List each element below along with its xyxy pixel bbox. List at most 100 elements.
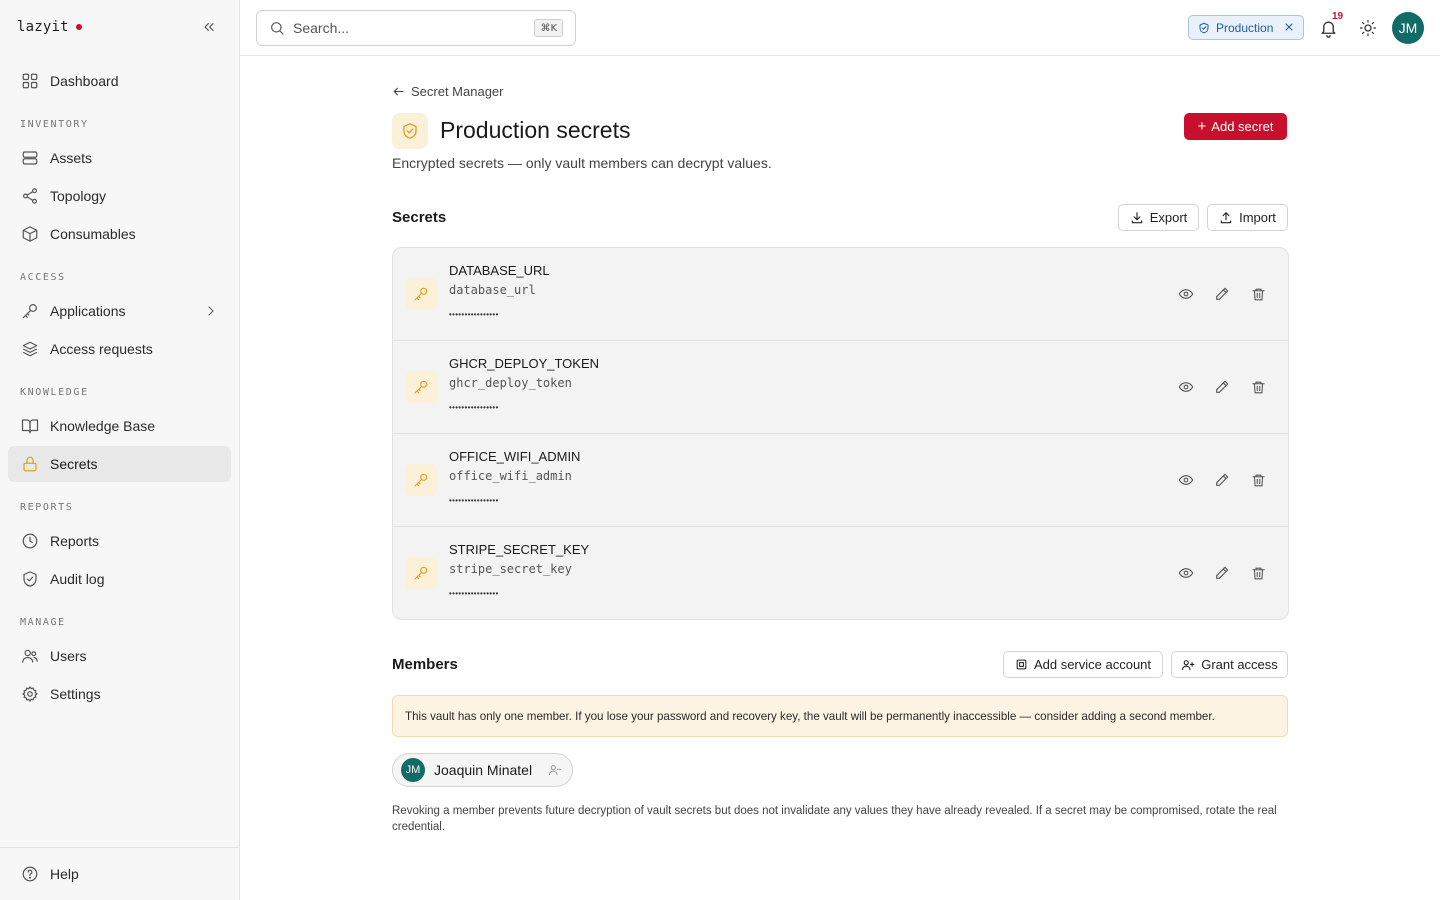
secret-key: database_url bbox=[449, 283, 536, 297]
page-description: Encrypted secrets — only vault members c… bbox=[392, 155, 772, 171]
book-open-icon bbox=[20, 416, 40, 436]
sidebar-item-label: Topology bbox=[50, 188, 107, 204]
row-actions bbox=[1160, 377, 1268, 397]
environment-label: Production bbox=[1216, 20, 1274, 35]
single-member-warning: This vault has only one member. If you l… bbox=[392, 695, 1288, 737]
section-label-reports: REPORTS bbox=[20, 502, 74, 513]
sidebar-item-reports[interactable]: Reports bbox=[8, 523, 231, 559]
inbox-stack-icon bbox=[20, 339, 40, 359]
key-icon bbox=[405, 557, 437, 589]
clock-icon bbox=[20, 531, 40, 551]
export-button[interactable]: Export bbox=[1118, 204, 1199, 231]
environment-chip[interactable]: Production bbox=[1188, 15, 1304, 40]
search-box[interactable]: ⌘K bbox=[256, 10, 576, 46]
sidebar-item-help[interactable]: Help bbox=[8, 856, 232, 892]
pencil-icon[interactable] bbox=[1212, 470, 1232, 490]
sidebar-item-audit-log[interactable]: Audit log bbox=[8, 561, 231, 597]
cpu-icon bbox=[1015, 658, 1028, 671]
revocation-footnote: Revoking a member prevents future decryp… bbox=[392, 805, 1277, 833]
user-avatar[interactable]: JM bbox=[1392, 12, 1424, 44]
eye-icon[interactable] bbox=[1176, 377, 1196, 397]
sidebar-item-dashboard[interactable]: Dashboard bbox=[8, 63, 231, 99]
eye-icon[interactable] bbox=[1176, 470, 1196, 490]
sidebar-item-label: Reports bbox=[50, 533, 100, 549]
breadcrumb[interactable]: Secret Manager bbox=[392, 82, 504, 100]
sidebar-item-users[interactable]: Users bbox=[8, 638, 231, 674]
sidebar-item-label: Assets bbox=[50, 150, 93, 166]
sidebar-item-consumables[interactable]: Consumables bbox=[8, 216, 231, 252]
secret-name: OFFICE_WIFI_ADMIN bbox=[449, 449, 581, 464]
sidebar-item-label: Access requests bbox=[50, 341, 153, 357]
eye-icon[interactable] bbox=[1176, 563, 1196, 583]
secret-masked-value: •••••••••••••••• bbox=[449, 310, 499, 319]
notification-count-badge: 19 bbox=[1332, 11, 1344, 22]
sidebar-item-label: Knowledge Base bbox=[50, 418, 156, 434]
avatar: JM bbox=[401, 758, 425, 782]
brand-name: lazyit bbox=[17, 19, 69, 35]
arrow-left-icon bbox=[392, 85, 405, 98]
list-item[interactable]: DATABASE_URL database_url ••••••••••••••… bbox=[393, 248, 1288, 341]
user-plus-icon bbox=[1181, 658, 1195, 672]
trash-icon[interactable] bbox=[1248, 377, 1268, 397]
list-item[interactable]: GHCR_DEPLOY_TOKEN ghcr_deploy_token ••••… bbox=[393, 341, 1288, 434]
box-icon bbox=[20, 224, 40, 244]
import-button[interactable]: Import bbox=[1207, 204, 1288, 231]
sidebar-item-topology[interactable]: Topology bbox=[8, 178, 231, 214]
collapse-sidebar-button[interactable] bbox=[199, 17, 219, 37]
topbar: ⌘K Production 19 JM bbox=[240, 0, 1440, 56]
sidebar: lazyit Dashboard INVENTORY Assets Topolo… bbox=[0, 0, 240, 900]
chevron-right-icon bbox=[203, 303, 219, 319]
add-secret-button[interactable]: + Add secret bbox=[1184, 113, 1287, 140]
sidebar-item-applications[interactable]: Applications bbox=[8, 293, 231, 329]
list-item[interactable]: OFFICE_WIFI_ADMIN office_wifi_admin ••••… bbox=[393, 434, 1288, 527]
grant-access-button[interactable]: Grant access bbox=[1171, 651, 1288, 678]
member-name: Joaquin Minatel bbox=[434, 762, 533, 778]
upload-icon bbox=[1219, 211, 1233, 225]
list-item[interactable]: STRIPE_SECRET_KEY stripe_secret_key ••••… bbox=[393, 527, 1288, 619]
secret-name: STRIPE_SECRET_KEY bbox=[449, 542, 590, 557]
sidebar-nav: Dashboard INVENTORY Assets Topology Cons… bbox=[8, 63, 231, 714]
close-icon[interactable] bbox=[1283, 21, 1295, 33]
secret-name: GHCR_DEPLOY_TOKEN bbox=[449, 356, 600, 371]
secret-masked-value: •••••••••••••••• bbox=[449, 589, 499, 598]
row-actions bbox=[1160, 284, 1268, 304]
pencil-icon[interactable] bbox=[1212, 377, 1232, 397]
secrets-list: DATABASE_URL database_url ••••••••••••••… bbox=[392, 247, 1289, 620]
add-service-account-button[interactable]: Add service account bbox=[1003, 651, 1163, 678]
database-icon bbox=[20, 148, 40, 168]
pencil-icon[interactable] bbox=[1212, 284, 1232, 304]
section-label-knowledge: KNOWLEDGE bbox=[20, 387, 89, 398]
member-chip: JM Joaquin Minatel bbox=[392, 753, 573, 787]
sidebar-item-assets[interactable]: Assets bbox=[8, 140, 231, 176]
sidebar-item-label: Applications bbox=[50, 303, 126, 319]
trash-icon[interactable] bbox=[1248, 563, 1268, 583]
eye-icon[interactable] bbox=[1176, 284, 1196, 304]
key-icon bbox=[405, 371, 437, 403]
sidebar-item-access-requests[interactable]: Access requests bbox=[8, 331, 231, 367]
sidebar-item-label: Users bbox=[50, 648, 87, 664]
sidebar-item-label: Audit log bbox=[50, 571, 105, 587]
section-label-access: ACCESS bbox=[20, 272, 66, 283]
import-label: Import bbox=[1239, 210, 1276, 225]
brand-logo[interactable]: lazyit bbox=[17, 17, 82, 37]
secret-key: stripe_secret_key bbox=[449, 562, 572, 576]
sidebar-item-settings[interactable]: Settings bbox=[8, 676, 231, 712]
key-icon bbox=[405, 278, 437, 310]
sidebar-item-secrets[interactable]: Secrets bbox=[8, 446, 231, 482]
theme-toggle-button[interactable] bbox=[1358, 18, 1378, 38]
users-icon bbox=[20, 646, 40, 666]
gear-icon bbox=[20, 684, 40, 704]
row-actions bbox=[1160, 563, 1268, 583]
sidebar-item-knowledge-base[interactable]: Knowledge Base bbox=[8, 408, 231, 444]
pencil-icon[interactable] bbox=[1212, 563, 1232, 583]
members-section-title: Members bbox=[392, 656, 458, 673]
secret-masked-value: •••••••••••••••• bbox=[449, 403, 499, 412]
search-input[interactable] bbox=[293, 20, 523, 36]
plus-icon: + bbox=[1197, 118, 1207, 135]
trash-icon[interactable] bbox=[1248, 284, 1268, 304]
shield-check-icon bbox=[1198, 22, 1210, 34]
search-shortcut-hint: ⌘K bbox=[534, 19, 563, 37]
user-minus-icon[interactable] bbox=[548, 763, 562, 777]
sidebar-item-label: Settings bbox=[50, 686, 101, 702]
trash-icon[interactable] bbox=[1248, 470, 1268, 490]
